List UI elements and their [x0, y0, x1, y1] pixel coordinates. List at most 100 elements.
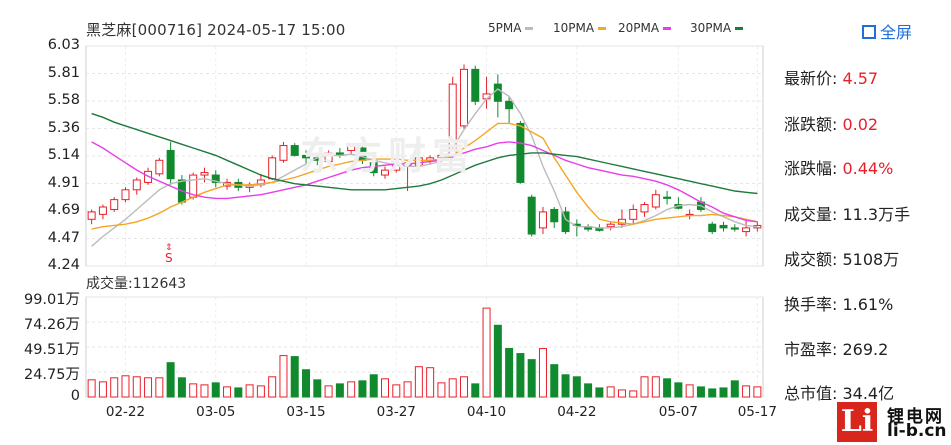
volume-bar — [121, 375, 130, 398]
date-tick-label: 02-22 — [105, 404, 146, 420]
stat-label: 最新价: — [784, 69, 843, 88]
volume-bar — [448, 378, 457, 398]
volume-bar — [730, 380, 739, 398]
stat-label: 涨跌额: — [784, 115, 843, 134]
volume-tick-label: 49.51万 — [23, 342, 80, 358]
date-tick-label: 04-10 — [466, 404, 507, 420]
volume-tick-label: 74.26万 — [23, 317, 80, 333]
fullscreen-icon — [862, 25, 876, 39]
stat-row: 市盈率: 269.2 — [784, 336, 888, 360]
legend-label: 5PMA — [488, 21, 522, 35]
legend-label: 30PMA — [690, 21, 732, 35]
volume-bar — [516, 353, 525, 398]
candle-body — [471, 68, 480, 102]
candle-body — [719, 224, 728, 229]
legend-item-5pma: 5PMA — [488, 21, 534, 35]
date-tick-label: 03-05 — [196, 404, 236, 420]
stat-value: 5108万 — [842, 250, 900, 269]
volume-bar — [358, 380, 367, 398]
candle-body — [629, 208, 638, 220]
volume-bar — [177, 377, 186, 398]
legend-label: 20PMA — [618, 21, 660, 35]
candle-body — [493, 83, 502, 102]
volume-bar — [606, 386, 615, 398]
legend-item-30pma: 30PMA — [690, 21, 744, 35]
candle-body — [505, 100, 514, 110]
volume-bar — [211, 382, 220, 398]
volume-bar — [651, 376, 660, 398]
volume-bar — [381, 378, 390, 398]
volume-bar — [245, 384, 254, 398]
candle-body — [200, 172, 209, 176]
stat-value: 11.3万手 — [842, 205, 911, 224]
volume-bar — [335, 383, 344, 398]
price-tick-label: 6.03 — [47, 37, 80, 53]
candle-body — [550, 208, 559, 223]
volume-bar — [584, 383, 593, 398]
price-tick-label: 5.58 — [47, 92, 80, 108]
candle-body — [166, 149, 175, 180]
volume-bar — [144, 377, 153, 398]
volume-bar — [155, 377, 164, 398]
volume-bar — [223, 386, 232, 398]
candle-body — [730, 227, 739, 230]
volume-bar — [302, 369, 311, 398]
price-tick-label: 5.14 — [47, 147, 80, 163]
volume-bar — [505, 348, 514, 398]
volume-tick-label: 99.01万 — [23, 292, 80, 308]
event-marker: ⇕ S — [165, 243, 173, 265]
stat-value: 269.2 — [842, 340, 889, 359]
volume-bar — [674, 382, 683, 398]
volume-bar — [595, 387, 604, 398]
candle-body — [651, 194, 660, 208]
logo-mark: Li — [837, 402, 877, 442]
volume-bar — [268, 376, 277, 398]
date-tick-label: 05-07 — [658, 404, 698, 420]
price-tick-label: 5.81 — [47, 64, 80, 81]
volume-bar — [256, 385, 265, 398]
volume-bar — [663, 378, 672, 398]
candle-body — [742, 227, 751, 233]
fullscreen-label: 全屏 — [880, 23, 913, 42]
legend-label: 10PMA — [553, 21, 595, 35]
candle-body — [516, 122, 525, 183]
stat-value: 1.61% — [842, 295, 894, 314]
stat-row: 最新价: 4.57 — [784, 65, 878, 89]
stat-value: 0.44% — [842, 159, 894, 178]
chart-title: 黑芝麻[000716] 2024-05-17 15:00 — [86, 21, 346, 39]
stat-label: 换手率: — [784, 295, 843, 314]
legend-swatch — [598, 27, 607, 30]
stat-label: 成交额: — [784, 250, 843, 269]
volume-tick-label: 0 — [70, 388, 80, 404]
volume-bar — [538, 348, 547, 398]
site-logo: Li 锂电网 li-b.cn — [831, 396, 951, 445]
volume-bar — [279, 355, 288, 398]
candle-body — [110, 199, 119, 210]
legend-swatch — [525, 27, 534, 30]
candle-body — [268, 157, 277, 180]
volume-bar — [493, 324, 502, 398]
volume-bar — [742, 385, 751, 398]
volume-bar — [527, 359, 536, 398]
date-tick-label: 05-17 — [737, 404, 777, 420]
price-tick-label: 5.36 — [47, 119, 80, 136]
volume-bar — [313, 379, 322, 398]
volume-bar — [200, 384, 209, 398]
volume-bar — [482, 307, 491, 398]
volume-bar — [550, 364, 559, 398]
date-tick-label: 04-22 — [557, 404, 597, 420]
volume-bar — [572, 376, 581, 398]
volume-bar — [324, 385, 333, 398]
fullscreen-button[interactable]: 全屏 — [862, 19, 912, 43]
volume-bar — [369, 374, 378, 398]
volume-bar — [617, 389, 626, 398]
candle-body — [279, 145, 288, 161]
candle-body — [155, 159, 164, 175]
volume-tick-label: 24.75万 — [23, 367, 80, 383]
volume-title: 成交量:112643 — [86, 276, 187, 292]
volume-bar — [166, 362, 175, 398]
volume-bar — [437, 382, 446, 398]
candle-body — [121, 189, 130, 201]
legend-swatch — [663, 27, 672, 30]
candle-body — [290, 145, 299, 156]
